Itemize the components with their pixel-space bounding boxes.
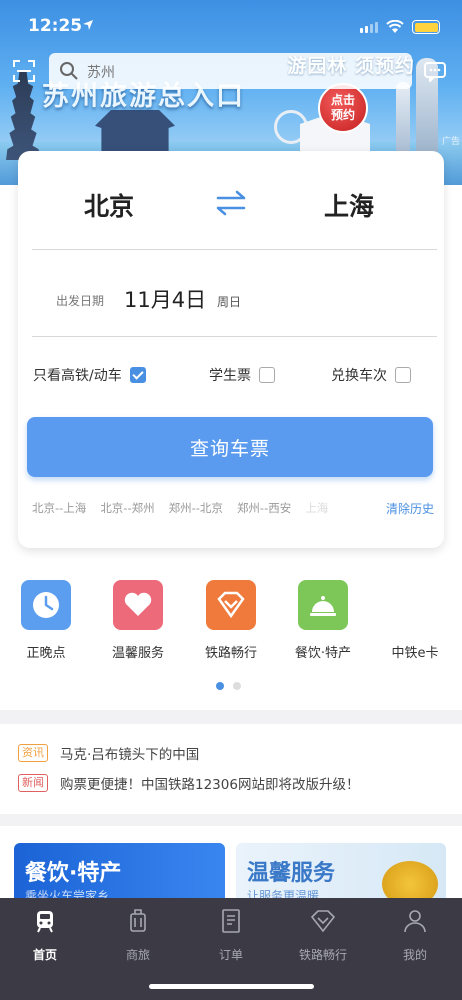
search-history: 北京--上海 北京--郑州 郑州--北京 郑州--西安 上海 xyxy=(32,500,328,516)
news-tag: 新闻 xyxy=(18,774,48,792)
shortcut-grid: 正晚点 温馨服务 铁路畅行 餐饮·特产 中铁e卡 xyxy=(0,580,462,665)
news-item[interactable]: 新闻 购票更便捷！中国铁路12306网站即将改版升级！ xyxy=(18,773,359,793)
promo-food-card[interactable]: 餐饮·特产 乘坐火车尝家乡 xyxy=(14,843,225,900)
tab-label: 首页 xyxy=(32,948,57,962)
person-icon xyxy=(404,910,426,933)
heart-icon xyxy=(113,580,163,630)
search-box[interactable]: 苏州 游园林 须预约 xyxy=(49,53,415,89)
history-item[interactable]: 郑州--西安 xyxy=(237,500,291,516)
history-item[interactable]: 北京--上海 xyxy=(32,500,86,516)
news-section: 资讯 马克·吕布镜头下的中国 新闻 购票更便捷！中国铁路12306网站即将改版升… xyxy=(0,724,462,814)
luggage-icon xyxy=(130,909,146,932)
option-high-speed[interactable]: 只看高铁/动车 xyxy=(33,365,146,385)
scan-icon[interactable] xyxy=(13,60,35,82)
divider xyxy=(32,336,437,337)
tab-label: 商旅 xyxy=(125,948,150,962)
search-icon xyxy=(60,62,78,80)
checkbox-checked[interactable] xyxy=(129,367,146,383)
tab-orders[interactable]: 订单 xyxy=(196,908,266,963)
carousel-dots[interactable] xyxy=(216,682,241,690)
diamond-icon xyxy=(206,580,256,630)
shortcut-on-time[interactable]: 正晚点 xyxy=(6,580,86,661)
promo-title: 温馨服务 xyxy=(247,861,336,886)
clear-history-link[interactable]: 清除历史 xyxy=(386,500,434,517)
promo-illustration xyxy=(382,861,438,900)
weekday: 周日 xyxy=(217,295,242,309)
swap-icon[interactable] xyxy=(214,190,248,216)
option-exchange[interactable]: 兑换车次 xyxy=(331,365,411,385)
message-icon[interactable] xyxy=(424,62,446,82)
history-item[interactable]: 北京--郑州 xyxy=(100,500,154,516)
book-now-badge[interactable]: 点击 预约 xyxy=(318,83,368,133)
wifi-icon xyxy=(386,20,404,33)
shortcut-label: 温馨服务 xyxy=(111,646,164,661)
shortcut-railway-pass[interactable]: 铁路畅行 xyxy=(191,580,271,661)
option-label: 兑换车次 xyxy=(331,368,387,384)
history-item[interactable]: 郑州--北京 xyxy=(169,500,223,516)
tab-railway-pass[interactable]: 铁路畅行 xyxy=(288,908,358,963)
shortcut-e-card[interactable]: 中铁e卡 xyxy=(375,580,455,661)
news-text: 购票更便捷！中国铁路12306网站即将改版升级！ xyxy=(60,777,360,793)
booking-card: 北京 上海 出发日期 11月4日 周日 只看高铁/动车 学生票 兑换车次 查询车… xyxy=(18,151,444,548)
battery-icon xyxy=(412,20,440,34)
card-icon xyxy=(390,580,440,630)
checkbox[interactable] xyxy=(395,367,411,383)
banner-building xyxy=(95,110,175,155)
order-list-icon xyxy=(222,909,240,933)
clock-icon xyxy=(21,580,71,630)
diamond-icon xyxy=(310,910,336,933)
option-label: 只看高铁/动车 xyxy=(33,368,122,384)
departure-date[interactable]: 11月4日 xyxy=(124,284,206,314)
promo-service-card[interactable]: 温馨服务 让服务更温暖 xyxy=(236,843,446,900)
shortcut-label: 餐饮·特产 xyxy=(294,646,352,661)
location-arrow-icon xyxy=(83,20,93,30)
history-item[interactable]: 上海 xyxy=(305,500,328,516)
date-label: 出发日期 xyxy=(56,294,105,308)
tab-home[interactable]: 首页 xyxy=(10,908,80,963)
carousel-dot[interactable] xyxy=(233,682,241,690)
tab-mine[interactable]: 我的 xyxy=(380,908,450,963)
status-bar: 12:25 xyxy=(0,0,462,50)
tab-label: 铁路畅行 xyxy=(298,948,347,962)
option-student[interactable]: 学生票 xyxy=(209,365,275,385)
tab-label: 我的 xyxy=(402,948,427,962)
signal-icon xyxy=(360,22,378,33)
home-indicator[interactable] xyxy=(149,984,314,989)
query-tickets-button[interactable]: 查询车票 xyxy=(27,417,433,477)
shortcut-label: 正晚点 xyxy=(26,646,66,661)
divider xyxy=(32,249,437,250)
news-tag: 资讯 xyxy=(18,744,48,762)
tab-business-travel[interactable]: 商旅 xyxy=(103,908,173,963)
train-icon xyxy=(37,911,53,933)
shortcut-care-service[interactable]: 温馨服务 xyxy=(98,580,178,661)
promo-title: 餐饮·特产 xyxy=(25,861,122,886)
carousel-dot-active[interactable] xyxy=(216,682,224,690)
badge-line1: 点击 xyxy=(330,93,355,107)
news-item[interactable]: 资讯 马克·吕布镜头下的中国 xyxy=(18,743,199,763)
ad-tag: 广告 xyxy=(441,137,460,147)
shortcut-label: 中铁e卡 xyxy=(391,646,439,661)
banner-slogan: 游园林 须预约 xyxy=(287,55,415,77)
bell-icon xyxy=(298,580,348,630)
to-city[interactable]: 上海 xyxy=(324,187,374,223)
shortcut-label: 铁路畅行 xyxy=(204,646,257,661)
checkbox[interactable] xyxy=(259,367,275,383)
option-label: 学生票 xyxy=(209,368,251,384)
promo-section: 餐饮·特产 乘坐火车尝家乡 温馨服务 让服务更温暖 xyxy=(0,826,462,900)
tab-label: 订单 xyxy=(218,948,243,962)
from-city[interactable]: 北京 xyxy=(84,187,134,223)
search-input[interactable]: 苏州 xyxy=(87,62,115,82)
status-time: 12:25 xyxy=(28,16,83,36)
badge-line2: 预约 xyxy=(330,108,355,122)
shortcut-food[interactable]: 餐饮·特产 xyxy=(283,580,363,661)
news-text: 马克·吕布镜头下的中国 xyxy=(60,747,200,763)
banner-tower-small xyxy=(396,82,410,154)
